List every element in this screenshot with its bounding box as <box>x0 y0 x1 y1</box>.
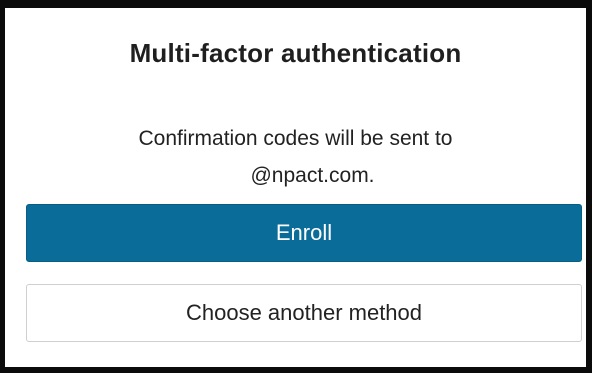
choose-another-method-button[interactable]: Choose another method <box>26 284 582 342</box>
dialog-title: Multi-factor authentication <box>129 38 462 68</box>
message-line-1: Confirmation codes will be sent to <box>138 127 453 150</box>
enroll-button[interactable]: Enroll <box>26 204 582 262</box>
message-line-2: @npact.com. <box>250 164 375 187</box>
confirmation-message: Confirmation codes will be sent to @npac… <box>5 120 586 194</box>
mfa-dialog: Multi-factor authentication Confirmation… <box>0 0 592 373</box>
